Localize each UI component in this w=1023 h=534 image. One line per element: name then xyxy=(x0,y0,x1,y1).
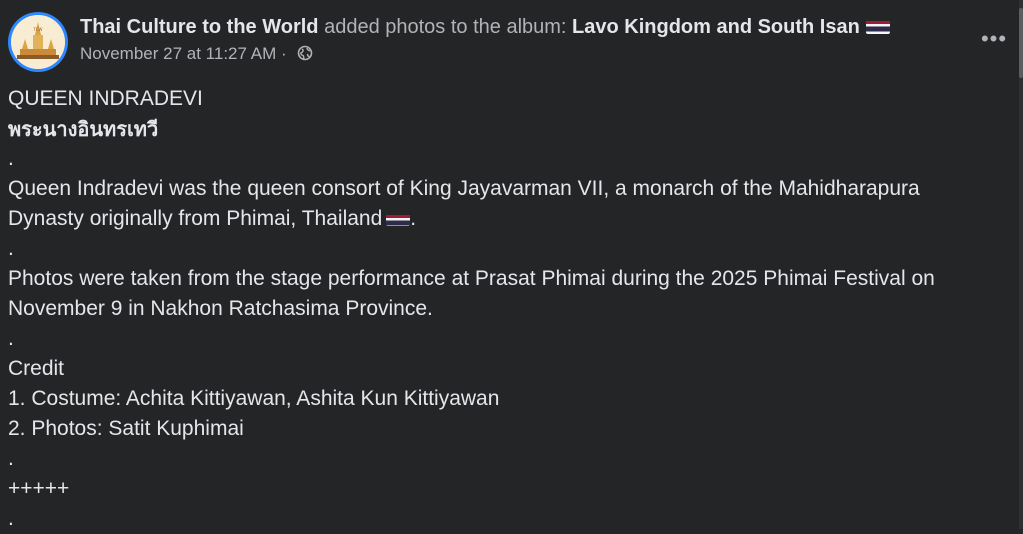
post-line: . xyxy=(8,147,14,170)
post-line: November 9 in Nakhon Ratchasima Province… xyxy=(8,297,433,320)
action-text: added photos to the album: xyxy=(318,16,573,38)
temple-logo-icon: TCW xyxy=(11,15,65,69)
post-line: +++++ xyxy=(8,477,70,500)
post-line: . xyxy=(8,447,14,470)
meta-separator: · xyxy=(276,44,292,63)
post-line: . xyxy=(8,507,14,530)
album-name-link[interactable]: Lavo Kingdom and South Isan xyxy=(572,16,860,38)
header-text: Thai Culture to the World added photos t… xyxy=(80,14,983,64)
post-line: 1. Costume: Achita Kittiyawan, Ashita Ku… xyxy=(8,387,500,410)
page-avatar[interactable]: TCW xyxy=(8,12,68,72)
post-line: Queen Indradevi was the queen consort of… xyxy=(8,177,920,200)
post-line-text: Dynasty originally from Phimai, Thailand xyxy=(8,207,383,230)
svg-text:TCW: TCW xyxy=(33,27,43,32)
scrollbar-thumb[interactable] xyxy=(1019,8,1023,78)
post-meta: November 27 at 11:27 AM · xyxy=(80,44,983,64)
post-line-thai: พระนางอินทรเทวี xyxy=(8,117,159,141)
post-line: QUEEN INDRADEVI xyxy=(8,87,203,110)
post-line: . xyxy=(8,327,14,350)
post-header: TCW Thai Culture to the World added phot… xyxy=(8,10,983,74)
post-line: . xyxy=(8,237,14,260)
scrollbar-track[interactable] xyxy=(1019,0,1023,529)
post-body: QUEEN INDRADEVI พระนางอินทรเทวี . Queen … xyxy=(8,84,1005,534)
post-line: 2. Photos: Satit Kuphimai xyxy=(8,417,244,440)
thailand-flag-icon xyxy=(386,210,411,226)
globe-icon[interactable] xyxy=(297,45,313,61)
post-line: Dynasty originally from Phimai, Thailand… xyxy=(8,204,1005,234)
post-title-line: Thai Culture to the World added photos t… xyxy=(80,14,983,40)
post-line: Credit xyxy=(8,357,65,380)
timestamp-link[interactable]: November 27 at 11:27 AM xyxy=(80,44,276,63)
more-dots-icon: ••• xyxy=(980,26,1008,51)
thailand-flag-icon xyxy=(865,18,890,34)
more-options-button[interactable]: ••• xyxy=(976,24,1012,54)
post-line-suffix: . xyxy=(410,207,417,230)
page-name-link[interactable]: Thai Culture to the World xyxy=(80,16,319,38)
post-line: Photos were taken from the stage perform… xyxy=(8,267,935,290)
